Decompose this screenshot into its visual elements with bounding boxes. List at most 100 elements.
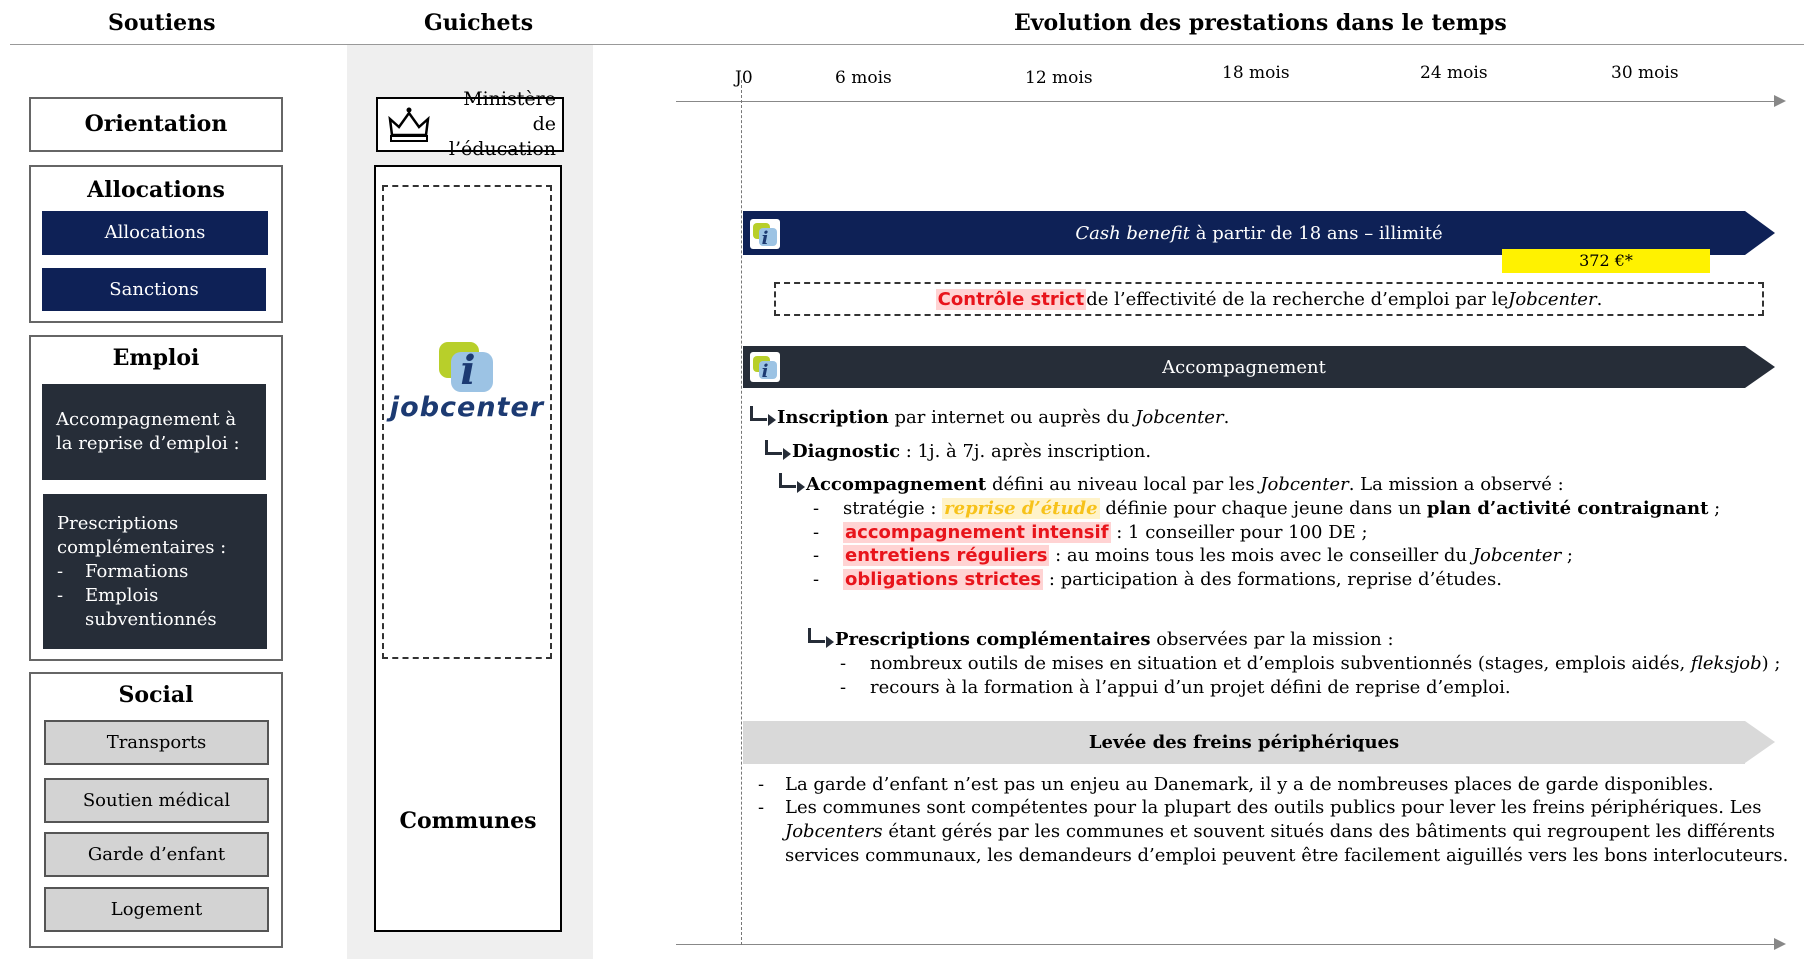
strategie-mid: définie pour chaque jeune dans un	[1099, 498, 1427, 519]
logement-item: Logement	[44, 887, 269, 932]
prescriptions-bold: Prescriptions complémentaires	[835, 629, 1151, 650]
emploi-accompagnement-panel: Accompagnement à la reprise d’emploi :	[42, 384, 266, 480]
cash-benefit-rest: à partir de 18 ans – illimité	[1190, 222, 1443, 244]
inscription-bold: Inscription	[777, 407, 889, 428]
freins-line-4: services communaux, les demandeurs d’emp…	[785, 844, 1788, 867]
crown-icon	[388, 107, 430, 142]
bullet-strategie: - stratégie : reprise d’étude définie pou…	[813, 498, 1721, 519]
timeline-axis-bottom	[676, 944, 1776, 945]
header-evolution: Evolution des prestations dans le temps	[1014, 10, 1507, 36]
diagnostic-bold: Diagnostic	[792, 441, 901, 462]
inscription-rest: par internet ou auprès du	[888, 407, 1136, 428]
accompagnement-banner: Accompagnement	[743, 346, 1745, 388]
accompagnement-intensif-rest: : 1 conseiller pour 100 DE ;	[1110, 522, 1368, 543]
reprise-etude-highlight: reprise d’étude	[942, 498, 1100, 519]
emploi-accompagnement-text: Accompagnement à la reprise d’emploi :	[56, 409, 240, 454]
accompagnement-bold: Accompagnement	[806, 474, 987, 495]
tick-12-mois: 12 mois	[1025, 68, 1093, 88]
accompagnement-rest: défini au niveau local par les	[986, 474, 1261, 495]
soutien-medical-item: Soutien médical	[44, 778, 269, 823]
plan-activite-bold: plan d’activité contraignant	[1426, 498, 1709, 519]
tick-30-mois: 30 mois	[1611, 63, 1679, 83]
freins-jobcenters: Jobcenters	[785, 821, 883, 842]
header-divider	[10, 44, 1804, 45]
sub-arrow-icon	[765, 440, 791, 460]
accompagnement-jobcenter: Jobcenter	[1260, 474, 1349, 495]
j0-marker-line	[741, 80, 742, 945]
freins-line-3: Jobcenters étant gérés par les communes …	[785, 820, 1775, 843]
inscription-line: Inscription par internet ou auprès du Jo…	[750, 406, 1229, 429]
ministere-label: Ministère de l’éducation	[448, 88, 556, 160]
fleksjob-italic: fleksjob	[1690, 653, 1762, 674]
cash-benefit-tip	[1745, 211, 1775, 255]
ministere-box: Ministère de l’éducation	[376, 88, 564, 160]
sub-arrow-icon	[779, 473, 805, 493]
controle-end: .	[1596, 288, 1603, 310]
freins-text-3: étant gérés par les communes et souvent …	[882, 821, 1776, 842]
svg-text:i: i	[460, 347, 475, 394]
emploi-prescriptions-panel: Prescriptions complémentaires : - Formati…	[43, 494, 267, 649]
prescriptions-line: Prescriptions complémentaires observées …	[808, 628, 1394, 651]
prescriptions-rest: observées par la mission :	[1150, 629, 1394, 650]
entretiens-rest: : au moins tous les mois avec le conseil…	[1049, 545, 1473, 566]
sanctions-item: Sanctions	[42, 268, 266, 311]
freins-banner: Levée des freins périphériques	[743, 721, 1745, 764]
freins-text-2: Les communes sont compétentes pour la pl…	[785, 797, 1762, 818]
controle-jobcenter: Jobcenter	[1508, 288, 1597, 310]
freins-line-1: - La garde d’enfant n’est pas un enjeu au…	[758, 774, 1714, 795]
bullet-entretiens: - entretiens réguliers : au moins tous le…	[813, 545, 1573, 566]
entretiens-highlight: entretiens réguliers	[843, 545, 1050, 566]
timeline-arrowhead-bottom	[1774, 938, 1786, 950]
outils-text: nombreux outils de mises en situation et…	[870, 653, 1691, 674]
jobcenter-wordmark: jobcenter	[389, 392, 545, 423]
svg-text:i: i	[762, 228, 769, 249]
tick-6-mois: 6 mois	[835, 68, 892, 88]
orientation-box: Orientation	[29, 97, 283, 152]
orientation-title: Orientation	[84, 111, 228, 137]
sub-arrow-icon	[808, 628, 834, 648]
freins-line-2: - Les communes sont compétentes pour la p…	[758, 797, 1762, 818]
outils-end: ) ;	[1761, 653, 1781, 674]
diagnostic-rest: : 1j. à 7j. après inscription.	[900, 441, 1152, 462]
communes-label: Communes	[399, 808, 537, 834]
social-title: Social	[118, 682, 194, 708]
header-soutiens: Soutiens	[108, 10, 216, 36]
inscription-jobcenter: Jobcenter	[1135, 407, 1224, 428]
tick-j0: J0	[735, 68, 753, 88]
jobcenter-logo-icon: i	[439, 342, 493, 394]
diagnostic-line: Diagnostic : 1j. à 7j. après inscription…	[765, 440, 1151, 463]
accompagnement-intensif-highlight: accompagnement intensif	[843, 522, 1111, 543]
emploi-title: Emploi	[112, 345, 200, 371]
emploi-prescriptions-item: - Emplois subventionnés	[57, 584, 253, 632]
bullet-obligations: - obligations strictes : participation à …	[813, 569, 1502, 590]
freins-text-4: services communaux, les demandeurs d’emp…	[785, 845, 1789, 866]
allocations-title: Allocations	[87, 177, 225, 203]
cash-benefit-label: Cash benefit à partir de 18 ans – illimi…	[1075, 223, 1442, 244]
entretiens-end: ;	[1561, 545, 1573, 566]
freins-tip	[1745, 721, 1775, 763]
svg-text:i: i	[762, 361, 769, 382]
emplois-subventionnes-text: Emplois subventionnés	[85, 585, 217, 630]
bullet-outils: - nombreux outils de mises en situation e…	[840, 653, 1781, 674]
header-guichets: Guichets	[424, 10, 534, 36]
formation-text: recours à la formation à l’appui d’un pr…	[870, 677, 1511, 698]
entretiens-jobcenter: Jobcenter	[1472, 545, 1562, 566]
accompagnement-tip	[1745, 346, 1775, 388]
obligations-rest: : participation à des formations, repris…	[1043, 569, 1502, 590]
timeline-axis-top	[676, 101, 1776, 102]
controle-strict-box: Contrôle strict de l’effectivité de la r…	[774, 282, 1764, 316]
sub-arrow-icon	[750, 406, 776, 426]
accompagnement-line: Accompagnement défini au niveau local pa…	[779, 473, 1564, 496]
bullet-accompagnement-intensif: - accompagnement intensif : 1 conseiller …	[813, 522, 1368, 543]
freins-text-1: La garde d’enfant n’est pas un enjeu au …	[785, 774, 1714, 795]
controle-text: de l’effectivité de la recherche d’emplo…	[1086, 288, 1509, 310]
timeline-arrowhead-top	[1774, 95, 1786, 107]
cash-benefit-italic: Cash benefit	[1075, 222, 1191, 244]
accompagnement-end: . La mission a observé :	[1348, 474, 1564, 495]
formations-text: Formations	[85, 561, 189, 582]
strategie-label: stratégie :	[843, 498, 943, 519]
jobcenter-mini-icon: i	[750, 219, 780, 249]
garde-enfant-item: Garde d’enfant	[44, 832, 269, 877]
emploi-prescriptions-item: - Formations	[57, 561, 189, 582]
emploi-prescriptions-title: Prescriptions complémentaires :	[57, 513, 227, 558]
